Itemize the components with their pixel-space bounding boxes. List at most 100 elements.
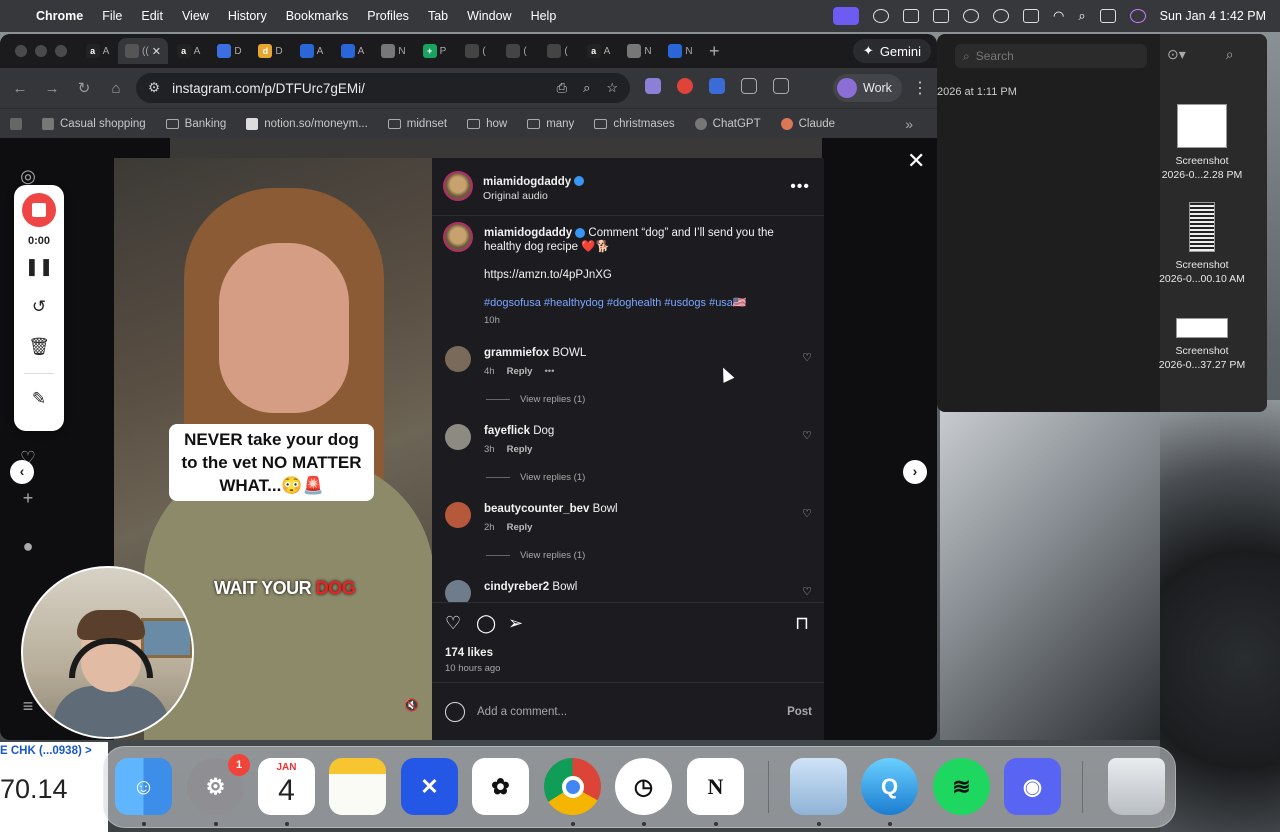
create-plus-icon[interactable]: +	[18, 488, 38, 508]
author-username[interactable]: miamidogdaddy	[483, 176, 571, 188]
restart-icon[interactable]: ↺	[14, 297, 64, 317]
audio-label[interactable]: Original audio	[483, 190, 584, 202]
chatgpt-status-icon[interactable]	[873, 9, 890, 23]
spotlight-search-icon[interactable]: ⌕	[1078, 8, 1085, 24]
browser-tab[interactable]: N	[660, 38, 701, 64]
bookmark-banking[interactable]: Banking	[165, 118, 226, 130]
home-icon[interactable]: ⌂	[100, 80, 132, 97]
zoom-window-button[interactable]	[55, 45, 67, 57]
address-url[interactable]: instagram.com/p/DTFUrc7gEMi/	[172, 81, 545, 96]
bookmark-claude[interactable]: Claude	[780, 117, 835, 130]
like-comment-heart-icon[interactable]: ♡	[802, 585, 812, 598]
view-replies-button[interactable]: View replies (1)	[486, 550, 585, 561]
browser-menu-icon[interactable]: ⋮	[912, 78, 928, 98]
trash-bin-icon[interactable]	[1108, 758, 1165, 815]
like-comment-heart-icon[interactable]: ♡	[802, 429, 812, 442]
close-window-button[interactable]	[15, 45, 27, 57]
xcode-like-app-icon[interactable]: ✕	[401, 758, 458, 815]
site-info-icon[interactable]: ⚙	[148, 80, 160, 96]
reply-button[interactable]: Reply	[507, 522, 533, 533]
forward-arrow-icon[interactable]: →	[36, 80, 68, 97]
control-center-icon[interactable]	[1099, 9, 1116, 23]
notes-icon[interactable]	[329, 758, 386, 815]
quicktime-app-icon[interactable]: Q	[861, 758, 918, 815]
browser-tab[interactable]: (	[496, 38, 537, 64]
notion-app-icon[interactable]: N	[687, 758, 744, 815]
comment-input[interactable]: Add a comment...	[477, 706, 787, 718]
bookmark-midnset[interactable]: midnset	[387, 118, 447, 130]
extension-icon[interactable]	[709, 78, 725, 94]
comment-username[interactable]: beautycounter_bev	[484, 503, 589, 515]
menu-edit[interactable]: Edit	[141, 9, 163, 23]
like-heart-icon[interactable]: ♡	[445, 613, 461, 634]
save-bookmark-icon[interactable]: ⊓	[795, 613, 809, 634]
reply-button[interactable]: Reply	[507, 444, 533, 455]
finder-icon[interactable]: ☺	[115, 758, 172, 815]
likes-count[interactable]: 174 likes	[445, 647, 493, 659]
browser-tab[interactable]: aA	[77, 38, 118, 64]
bank-account-link[interactable]: E CHK (...0938) >	[0, 745, 92, 757]
mute-icon[interactable]: 🔇	[404, 698, 419, 712]
install-app-icon[interactable]: ⎙	[557, 80, 567, 96]
address-bar[interactable]: ⚙ instagram.com/p/DTFUrc7gEMi/ ⎙ ⌕ ☆	[136, 73, 630, 103]
browser-tab[interactable]: dD	[250, 38, 291, 64]
caption-link[interactable]: https://amzn.to/4pPJnXG	[484, 268, 784, 282]
emoji-icon[interactable]	[445, 701, 465, 722]
clock-app-icon[interactable]: ◷	[615, 758, 672, 815]
menu-window[interactable]: Window	[467, 9, 511, 23]
view-replies-button[interactable]: View replies (1)	[486, 472, 585, 483]
view-replies-button[interactable]: View replies (1)	[486, 394, 585, 405]
caption-hashtags[interactable]: #dogsofusa #healthydog #doghealth #usdog…	[484, 296, 784, 309]
more-options-icon[interactable]: •••	[790, 178, 810, 196]
screenshot-file[interactable]: Screenshot 2026-0...00.10 AM	[1152, 202, 1252, 286]
menu-bookmarks[interactable]: Bookmarks	[286, 9, 349, 23]
caption-username[interactable]: miamidogdaddy	[484, 227, 572, 239]
screen-record-status-icon[interactable]	[833, 7, 860, 25]
bookmark-casual-shopping[interactable]: Casual shopping	[42, 117, 146, 130]
close-tab-icon[interactable]: ✕	[152, 45, 161, 58]
profile-button[interactable]: Work	[833, 74, 902, 102]
commenter-avatar[interactable]	[445, 424, 471, 450]
screenshot-file[interactable]: Screenshot 2026-0...37.27 PM	[1152, 318, 1252, 372]
wifi-icon[interactable]: ◠	[1053, 8, 1064, 24]
instagram-logo-icon[interactable]: ◎	[18, 166, 38, 186]
battery-icon[interactable]	[1023, 9, 1040, 23]
previous-post-arrow-icon[interactable]: ‹	[10, 460, 34, 484]
bookmark-christmases[interactable]: christmases	[594, 118, 675, 130]
browser-tab[interactable]: A	[291, 38, 332, 64]
bookmark-notion[interactable]: notion.so/moneym...	[246, 117, 368, 130]
pause-icon[interactable]: ❚❚	[14, 257, 64, 277]
menu-tab[interactable]: Tab	[428, 9, 448, 23]
calendar-icon[interactable]: JAN 4	[258, 758, 315, 815]
bookmark-star-icon[interactable]: ☆	[606, 80, 618, 96]
like-comment-heart-icon[interactable]: ♡	[802, 507, 812, 520]
gemini-button[interactable]: ✦ Gemini	[852, 39, 931, 63]
screenshot-file[interactable]: Screenshot 2026-0...2.28 PM	[1152, 104, 1252, 182]
webcam-overlay[interactable]	[21, 566, 194, 739]
reload-icon[interactable]: ↻	[68, 79, 100, 97]
finder-search-icon[interactable]: ⌕	[1226, 46, 1234, 63]
browser-tab[interactable]: (	[455, 38, 496, 64]
chatgpt-app-icon[interactable]: ✿	[472, 758, 529, 815]
post-comment-button[interactable]: Post	[787, 706, 812, 718]
menu-clock[interactable]: Sun Jan 4 1:42 PM	[1160, 9, 1266, 23]
discord-app-icon[interactable]: ◉	[1004, 758, 1061, 815]
comment-username[interactable]: grammiefox	[484, 347, 549, 359]
author-avatar[interactable]	[443, 171, 473, 201]
browser-tab[interactable]: (	[537, 38, 578, 64]
zoom-icon[interactable]: ⌕	[583, 80, 590, 96]
browser-tab[interactable]: aA	[168, 38, 209, 64]
comment-username[interactable]: fayeflick	[484, 425, 530, 437]
browser-tab[interactable]: aA	[578, 38, 619, 64]
minimize-window-button[interactable]	[35, 45, 47, 57]
gear-status-icon[interactable]	[903, 9, 920, 23]
menu-file[interactable]: File	[102, 9, 122, 23]
bookmark-many[interactable]: many	[527, 118, 574, 130]
chrome-app-icon[interactable]	[544, 758, 601, 815]
more-options-icon[interactable]: ⊙▾	[1167, 46, 1186, 63]
finder-search-field[interactable]: ⌕ Search	[955, 44, 1147, 68]
browser-tab[interactable]: + P	[414, 38, 455, 64]
browser-tab[interactable]: ((✕	[118, 38, 168, 64]
extension-icon[interactable]	[677, 78, 693, 94]
menu-profiles[interactable]: Profiles	[367, 9, 409, 23]
